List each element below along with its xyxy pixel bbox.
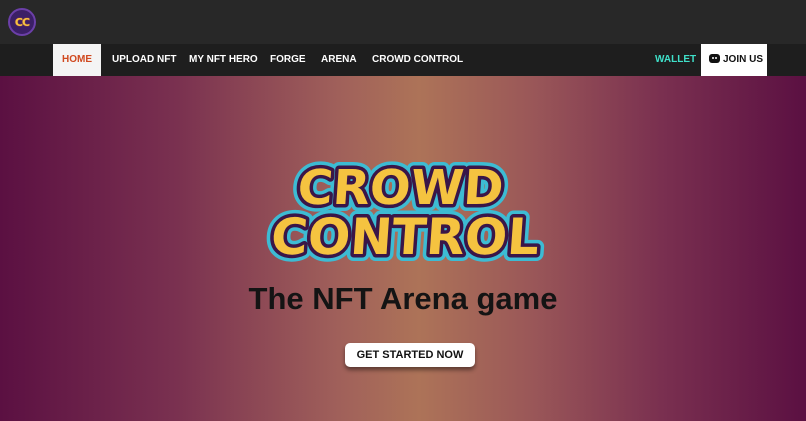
crowd-control-logo: CROWD CROWD CROWD CONTROL CONTROL CONTRO… bbox=[262, 154, 548, 262]
site-logo[interactable]: CC bbox=[8, 8, 36, 36]
hero-tagline: The NFT Arena game bbox=[248, 281, 558, 316]
discord-icon bbox=[709, 54, 720, 63]
get-started-button[interactable]: GET STARTED NOW bbox=[345, 343, 475, 367]
join-us-button[interactable]: JOIN US bbox=[701, 44, 767, 76]
nav-item-home[interactable]: HOME bbox=[53, 44, 101, 76]
site-logo-text: CC bbox=[14, 15, 30, 29]
wallet-link[interactable]: WALLET bbox=[655, 44, 696, 76]
join-us-label: JOIN US bbox=[723, 54, 764, 65]
logo-line2: CONTROL bbox=[269, 208, 541, 262]
hero-section: CROWD CROWD CROWD CONTROL CONTROL CONTRO… bbox=[0, 76, 806, 421]
nav-item-forge[interactable]: FORGE bbox=[270, 44, 306, 76]
nav-item-crowd-control[interactable]: CROWD CONTROL bbox=[372, 44, 463, 76]
nav-item-arena[interactable]: ARENA bbox=[321, 44, 357, 76]
main-nav: HOME UPLOAD NFT MY NFT HERO FORGE ARENA … bbox=[0, 44, 806, 76]
nav-item-upload-nft[interactable]: UPLOAD NFT bbox=[112, 44, 176, 76]
top-bar: CC bbox=[0, 0, 806, 44]
nav-item-my-nft-hero[interactable]: MY NFT HERO bbox=[189, 44, 258, 76]
